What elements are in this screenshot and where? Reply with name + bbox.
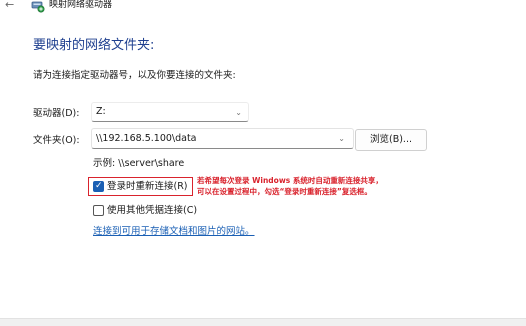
instruction-text: 请为连接指定驱动器号，以及你要连接的文件夹: — [33, 70, 236, 81]
network-drive-icon — [31, 0, 45, 13]
annotation-line-1: 若希望每次登录 Windows 系统时自动重新连接共享， — [197, 176, 383, 185]
other-credentials-label[interactable]: 使用其他凭据连接(C) — [107, 205, 197, 217]
checkmark-icon: ✓ — [95, 181, 103, 191]
drive-label: 驱动器(D): — [33, 108, 80, 119]
example-text: 示例: \\server\share — [93, 158, 185, 169]
drive-letter-value: Z: — [96, 106, 106, 117]
browse-button[interactable]: 浏览(B)... — [355, 129, 427, 151]
annotation-note: 若希望每次登录 Windows 系统时自动重新连接共享， 可以在设置过程中，勾选… — [197, 175, 383, 197]
drive-letter-select[interactable]: Z: ⌄ — [91, 102, 249, 122]
page-heading: 要映射的网络文件夹: — [33, 38, 155, 53]
folder-label: 文件夹(O): — [33, 135, 80, 146]
title-bar: ← 映射网络驱动器 — [0, 0, 526, 14]
chevron-down-icon[interactable]: ⌄ — [338, 134, 345, 144]
website-link[interactable]: 连接到可用于存储文档和图片的网站。 — [93, 226, 255, 238]
reconnect-label[interactable]: 登录时重新连接(R) — [107, 181, 188, 193]
annotation-line-2: 可以在设置过程中，勾选“登录时重新连接”复选框。 — [197, 187, 372, 196]
chevron-down-icon: ⌄ — [235, 108, 242, 117]
folder-path-value: \\192.168.5.100\data — [96, 133, 197, 144]
reconnect-checkbox[interactable]: ✓ — [93, 181, 104, 192]
window-title: 映射网络驱动器 — [49, 0, 113, 10]
back-arrow-icon[interactable]: ← — [5, 0, 14, 12]
dialog-footer — [0, 318, 526, 326]
folder-path-input[interactable]: \\192.168.5.100\data ⌄ — [91, 128, 354, 149]
other-credentials-checkbox[interactable] — [93, 205, 104, 216]
